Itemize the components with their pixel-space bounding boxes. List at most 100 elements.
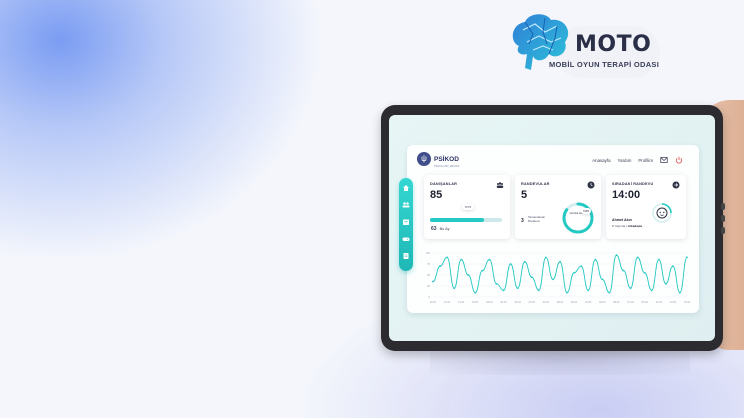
- tablet-screen: ψ PSİKOD PSİKOLOJİK | DESTEK Anasayfa Ya…: [389, 115, 715, 341]
- calendar-icon[interactable]: [402, 218, 410, 226]
- x-tick-label: 12.01: [444, 300, 451, 304]
- tablet: ψ PSİKOD PSİKOLOJİK | DESTEK Anasayfa Ya…: [381, 105, 725, 351]
- data-point: [608, 291, 611, 294]
- x-tick-label: 13.02: [670, 300, 677, 304]
- y-tick-label: 100: [426, 251, 431, 255]
- x-tick-label: 16.01: [472, 300, 479, 304]
- data-point: [495, 282, 498, 285]
- data-point: [502, 289, 505, 292]
- data-point: [439, 265, 441, 268]
- y-tick-label: 75: [427, 262, 430, 266]
- x-tick-label: 28.01: [557, 300, 564, 304]
- data-point: [580, 265, 583, 268]
- daily-goal-ring: [562, 202, 594, 234]
- data-point: [573, 271, 576, 274]
- data-point: [509, 263, 512, 265]
- data-point: [615, 254, 618, 257]
- x-tick-label: 22.01: [514, 300, 521, 304]
- clients-progress-fill: [430, 218, 484, 222]
- sidebar: [399, 178, 413, 271]
- appointments-title: RANDEVULAR: [521, 182, 550, 186]
- data-point: [516, 287, 519, 290]
- data-point: [671, 265, 674, 268]
- nav-home[interactable]: Anasayfa: [592, 158, 610, 163]
- arrow-right-icon[interactable]: [672, 181, 680, 189]
- data-point: [552, 278, 554, 281]
- data-point: [686, 256, 688, 259]
- data-point: [587, 289, 590, 292]
- completed-label: Tamamlanan Randevu: [528, 215, 546, 223]
- data-point: [566, 291, 568, 294]
- nav-profile[interactable]: Profilim: [638, 158, 653, 163]
- top-nav: Anasayfa Yardım Profilim: [592, 156, 683, 164]
- data-point: [474, 291, 477, 294]
- completed-count: 3: [521, 218, 524, 224]
- group-icon: [496, 182, 504, 188]
- data-point: [679, 291, 681, 294]
- clients-title: DANIŞANLAR: [430, 182, 458, 186]
- brand[interactable]: ψ PSİKOD: [417, 152, 459, 166]
- moto-logo: MOTO MOBİL OYUN TERAPİ ODASI: [505, 8, 665, 80]
- x-tick-label: 11.02: [656, 300, 663, 304]
- gamepad-icon[interactable]: [402, 235, 410, 243]
- data-point: [488, 258, 491, 261]
- x-tick-label: 10.01: [430, 300, 437, 304]
- data-point: [544, 256, 547, 259]
- tablet-button: [721, 203, 725, 210]
- avatar: [652, 203, 672, 223]
- x-tick-label: 15.02: [684, 300, 691, 304]
- data-point: [559, 260, 561, 263]
- data-point: [481, 269, 484, 272]
- users-icon[interactable]: [402, 201, 410, 209]
- nav-help[interactable]: Yardım: [618, 158, 632, 163]
- x-tick-label: 03.02: [599, 300, 606, 304]
- data-point: [537, 289, 540, 292]
- logo-title: MOTO: [575, 32, 652, 57]
- y-tick-label: 50: [427, 273, 430, 277]
- home-icon[interactable]: [402, 184, 410, 192]
- month-count: 63: [431, 226, 437, 232]
- series-line: [432, 254, 688, 294]
- data-point: [460, 258, 463, 261]
- clock-icon: [587, 181, 595, 189]
- data-point: [601, 278, 604, 281]
- activity-line-chart: 0 25 50 75 100 10.01 12.01 14.01 16.01 18.01 20.01…: [426, 251, 691, 304]
- x-tick-label: 07.02: [627, 300, 634, 304]
- x-tick-label: 26.01: [543, 300, 550, 304]
- x-tick-label: 30.01: [571, 300, 578, 304]
- dashboard-app: ψ PSİKOD PSİKOLOJİK | DESTEK Anasayfa Ya…: [399, 145, 699, 313]
- power-icon[interactable]: [675, 156, 683, 164]
- next-time: 14:00: [612, 189, 641, 201]
- brand-tagline: PSİKOLOJİK | DESTEK: [434, 165, 460, 168]
- x-tick-label: 09.02: [641, 300, 648, 304]
- data-point: [629, 287, 632, 290]
- appointments-card[interactable]: RANDEVULAR 5 3 Tamamlanan Randevu Günlük…: [515, 175, 601, 239]
- logo-subtitle: MOBİL OYUN TERAPİ ODASI: [549, 60, 660, 69]
- tablet-button: [721, 227, 725, 234]
- progress-label: %75: [462, 204, 475, 210]
- appointments-value: 5: [521, 189, 528, 201]
- month-row: 63 Bu Ay: [431, 226, 449, 232]
- clients-progress: [430, 218, 502, 222]
- clients-value: 85: [430, 189, 443, 201]
- x-tick-label: 20.01: [500, 300, 507, 304]
- next-title: SIRADAKİ RANDEVU: [612, 182, 654, 186]
- data-point: [523, 260, 526, 263]
- data-point: [657, 258, 660, 261]
- person-info: 8 Yaşında | Arkadaşla: [612, 224, 643, 228]
- person-age: 8 Yaşında: [612, 224, 626, 228]
- person-role: Arkadaşla: [627, 224, 643, 228]
- y-tick-label: 0: [429, 295, 431, 299]
- data-point: [432, 280, 434, 283]
- data-point: [467, 274, 470, 276]
- x-tick-label: 24.01: [529, 300, 536, 304]
- clients-card[interactable]: DANIŞANLAR 85 %75 63 Bu Ay: [424, 175, 510, 239]
- data-point: [530, 276, 533, 279]
- x-tick-label: 01.02: [585, 300, 592, 304]
- data-point: [636, 256, 639, 259]
- mail-icon[interactable]: [660, 156, 668, 164]
- x-tick-label: 18.01: [486, 300, 493, 304]
- next-appointment-card[interactable]: SIRADAKİ RANDEVU 14:00 Ahmet Akın 8 Yaşı…: [606, 175, 686, 239]
- document-icon[interactable]: [402, 252, 410, 260]
- data-point: [664, 282, 667, 285]
